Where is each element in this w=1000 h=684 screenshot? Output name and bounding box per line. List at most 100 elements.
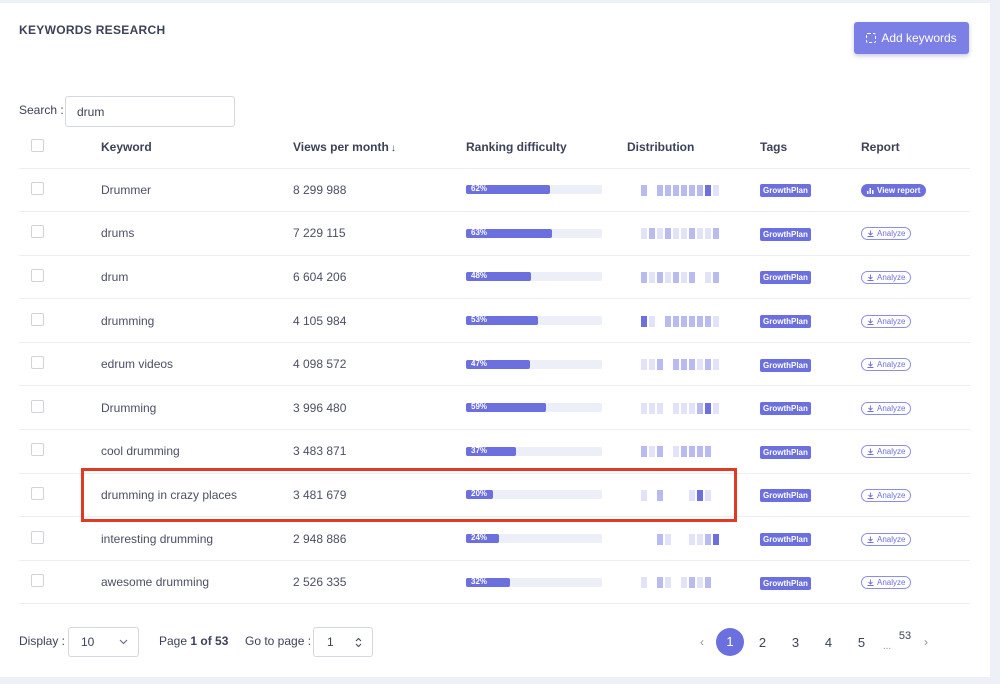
difficulty-bar: 63%: [466, 228, 602, 238]
analyze-label: Analyze: [877, 229, 906, 239]
analyze-button[interactable]: Analyze: [861, 488, 912, 502]
table-row[interactable]: drums 7 229 115 63% GrowthPlan Analyze: [19, 211, 970, 256]
views-cell: 8 299 988: [293, 168, 466, 213]
analyze-button[interactable]: Analyze: [861, 445, 912, 459]
difficulty-bar: 48%: [466, 271, 602, 282]
analyze-button[interactable]: Analyze: [861, 227, 912, 241]
difficulty-label: 48%: [471, 271, 488, 281]
analyze-button[interactable]: Analyze: [861, 270, 912, 284]
row-checkbox[interactable]: [31, 312, 44, 326]
table-row[interactable]: awesome drumming 2 526 335 32% GrowthPla…: [19, 560, 970, 605]
distribution-bar: [665, 315, 671, 327]
tags-cell: GrowthPlan: [760, 385, 861, 431]
row-checkbox[interactable]: [31, 225, 44, 239]
row-checkbox[interactable]: [31, 268, 44, 282]
distribution-bar: [681, 359, 687, 371]
tag-badge[interactable]: GrowthPlan: [760, 533, 811, 547]
distribution-bar: [697, 315, 703, 327]
table-row[interactable]: Drumming 3 996 480 59% GrowthPlan Analyz…: [19, 385, 970, 431]
table-row[interactable]: drumming 4 105 984 53% GrowthPlan Analyz…: [19, 298, 970, 343]
goto-page-input[interactable]: 1: [313, 627, 373, 657]
difficulty-cell: 32%: [466, 560, 627, 605]
header-select-all[interactable]: [19, 127, 101, 169]
select-all-checkbox[interactable]: [31, 139, 44, 153]
tags-cell: GrowthPlan: [760, 429, 861, 474]
chevron-down-icon: [119, 639, 128, 645]
prev-page-icon[interactable]: ‹: [690, 635, 714, 649]
keyword-cell: Drummer: [101, 168, 293, 213]
views-cell: 2 526 335: [293, 560, 466, 605]
analyze-button[interactable]: Analyze: [861, 576, 912, 590]
table-row[interactable]: Drummer 8 299 988 62% GrowthPlan View re…: [19, 168, 970, 213]
report-cell: View report: [861, 168, 970, 213]
row-select-cell: [19, 168, 101, 213]
page-button-5[interactable]: 5: [845, 635, 878, 650]
sort-desc-icon[interactable]: ↓: [391, 143, 396, 154]
analyze-button[interactable]: Analyze: [861, 401, 912, 415]
distribution-chart: [627, 402, 760, 414]
difficulty-label: 47%: [471, 358, 488, 368]
tag-badge[interactable]: GrowthPlan: [760, 576, 811, 590]
distribution-bar: [697, 228, 703, 240]
header-tags[interactable]: Tags: [760, 127, 861, 169]
tag-badge[interactable]: GrowthPlan: [760, 445, 811, 459]
page-button-2[interactable]: 2: [746, 635, 779, 650]
distribution-cell: [627, 342, 760, 387]
row-checkbox[interactable]: [31, 181, 44, 195]
page-ellipsis: ...: [882, 640, 892, 652]
analyze-button[interactable]: Analyze: [861, 532, 912, 546]
distribution-bar: [657, 228, 663, 240]
tag-badge[interactable]: GrowthPlan: [760, 489, 811, 503]
header-distribution[interactable]: Distribution: [627, 127, 760, 169]
row-checkbox[interactable]: [31, 399, 44, 413]
tag-badge[interactable]: GrowthPlan: [760, 227, 811, 241]
tag-badge[interactable]: GrowthPlan: [760, 402, 811, 416]
header-ranking-difficulty[interactable]: Ranking difficulty: [466, 127, 627, 169]
views-cell: 2 948 886: [293, 516, 466, 561]
row-checkbox[interactable]: [31, 443, 44, 457]
report-cell: Analyze: [861, 516, 970, 561]
table-row[interactable]: cool drumming 3 483 871 37% GrowthPlan A…: [19, 429, 970, 474]
table-row[interactable]: interesting drumming 2 948 886 24% Growt…: [19, 516, 970, 561]
display-count-value: 10: [81, 635, 95, 649]
keywords-card: KEYWORDS RESEARCH Add keywords Search : …: [0, 3, 990, 677]
difficulty-label: 59%: [471, 402, 488, 412]
keyword-cell: drums: [101, 211, 293, 256]
analyze-label: Analyze: [877, 447, 906, 457]
page-button-4[interactable]: 4: [812, 635, 845, 650]
analyze-button[interactable]: Analyze: [861, 358, 912, 372]
row-checkbox[interactable]: [31, 356, 44, 370]
add-keywords-button[interactable]: Add keywords: [854, 22, 969, 54]
row-checkbox[interactable]: [31, 574, 44, 588]
header-views[interactable]: Views per month ↓: [293, 127, 466, 169]
distribution-chart: [627, 533, 760, 545]
row-select-cell: [19, 211, 101, 256]
tag-badge[interactable]: GrowthPlan: [760, 271, 811, 285]
distribution-bar: [705, 446, 711, 458]
distribution-bar: [673, 271, 679, 283]
next-page-icon[interactable]: ›: [914, 635, 938, 649]
tag-badge[interactable]: GrowthPlan: [760, 358, 811, 372]
analyze-button[interactable]: Analyze: [861, 314, 912, 328]
distribution-bar: [705, 271, 711, 283]
tag-badge[interactable]: GrowthPlan: [760, 184, 811, 198]
tag-badge[interactable]: GrowthPlan: [760, 315, 811, 329]
display-count-select[interactable]: 10: [68, 627, 139, 657]
analyze-label: Analyze: [877, 403, 906, 413]
table-row[interactable]: drum 6 604 206 48% GrowthPlan Analyze: [19, 255, 970, 300]
page-button-last[interactable]: 53: [896, 630, 914, 654]
view-report-button[interactable]: View report: [861, 183, 927, 197]
page-button-3[interactable]: 3: [779, 635, 812, 650]
stepper-icon[interactable]: [355, 637, 362, 648]
distribution-bar: [649, 271, 655, 283]
table-row[interactable]: edrum videos 4 098 572 47% GrowthPlan An…: [19, 342, 970, 387]
distribution-bar: [649, 315, 655, 327]
report-cell: Analyze: [861, 342, 970, 387]
distribution-bar: [681, 577, 687, 589]
row-checkbox[interactable]: [31, 486, 44, 500]
header-keyword[interactable]: Keyword: [101, 127, 293, 169]
search-input[interactable]: [65, 96, 235, 127]
row-select-cell: [19, 516, 101, 561]
row-checkbox[interactable]: [31, 530, 44, 544]
page-button-1[interactable]: 1: [716, 628, 744, 656]
